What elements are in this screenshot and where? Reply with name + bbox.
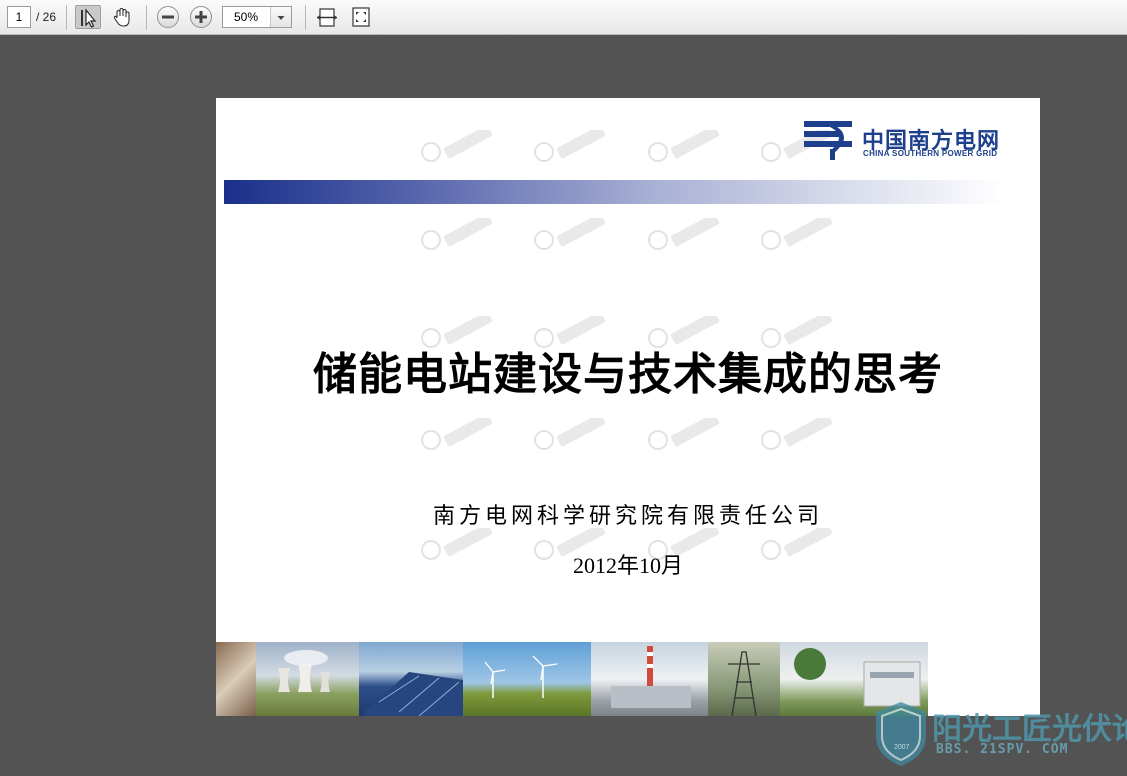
hand-tool-icon [113, 7, 130, 27]
transmission-tower-icon [728, 651, 760, 716]
forum-watermark: 阳光工匠光伏论坛 BBS. 21SPV. COM 2007 [872, 698, 1127, 770]
toolbar-divider [305, 5, 306, 30]
photo-solar-panels [359, 642, 463, 716]
toolbar-divider [146, 5, 147, 30]
zoom-dropdown-icon [277, 16, 285, 20]
organization-name: 南方电网科学研究院有限责任公司 [432, 504, 823, 529]
forum-year: 2007 [894, 744, 910, 751]
viewer-toolbar: / 26 [0, 0, 1127, 35]
photo-transmission-tower [708, 642, 780, 716]
watermark-stamp [421, 413, 501, 456]
solar-panel-icon [364, 672, 463, 716]
watermark-stamp [421, 213, 501, 256]
zoom-level-select[interactable] [222, 6, 292, 28]
power-grid-logo-icon [804, 121, 852, 160]
photo-wind-turbines [463, 642, 591, 716]
page-number-input[interactable] [7, 6, 31, 28]
presentation-date: 2012年10月 [572, 553, 683, 578]
fit-width-icon [317, 8, 337, 27]
logo-english-name: CHINA SOUTHERN POWER GRID [863, 149, 998, 158]
watermark-stamp [534, 413, 614, 456]
header-gradient-band [224, 180, 1004, 204]
zoom-in-icon [195, 11, 207, 23]
company-logo: 中国南方电网 CHINA SOUTHERN POWER GRID [802, 118, 1032, 162]
photo-cooling-towers [256, 642, 359, 716]
toolbar-divider [66, 5, 67, 30]
fit-width-button[interactable] [314, 5, 340, 29]
photo-power-plant [591, 642, 708, 716]
cooling-towers-icon [278, 650, 330, 692]
shield-icon [876, 702, 926, 766]
fit-page-icon [352, 7, 370, 27]
photo-dam [216, 642, 256, 716]
zoom-in-button[interactable] [190, 6, 212, 28]
zoom-out-button[interactable] [157, 6, 179, 28]
watermark-stamp [534, 213, 614, 256]
power-plant-icon [611, 646, 691, 708]
document-page: 中国南方电网 CHINA SOUTHERN POWER GRID 储能电站建设与… [216, 98, 1040, 716]
page-total-label: / 26 [36, 10, 57, 24]
fit-page-button[interactable] [348, 5, 374, 29]
watermark-stamp [421, 125, 501, 168]
watermark-stamp [761, 413, 841, 456]
watermark-stamp [648, 413, 728, 456]
watermark-stamp [761, 213, 841, 256]
select-tool-icon [81, 8, 97, 28]
slide-title: 储能电站建设与技术集成的思考 [313, 349, 943, 400]
watermark-stamp [534, 125, 614, 168]
zoom-dropdown-button[interactable] [270, 7, 291, 27]
forum-url: BBS. 21SPV. COM [936, 742, 1069, 757]
select-tool-button[interactable] [75, 5, 101, 29]
watermark-stamp [648, 125, 728, 168]
watermark-stamp [648, 213, 728, 256]
zoom-out-icon [162, 15, 174, 19]
wind-turbine-icon [484, 655, 558, 698]
hand-tool-button[interactable] [109, 5, 135, 29]
